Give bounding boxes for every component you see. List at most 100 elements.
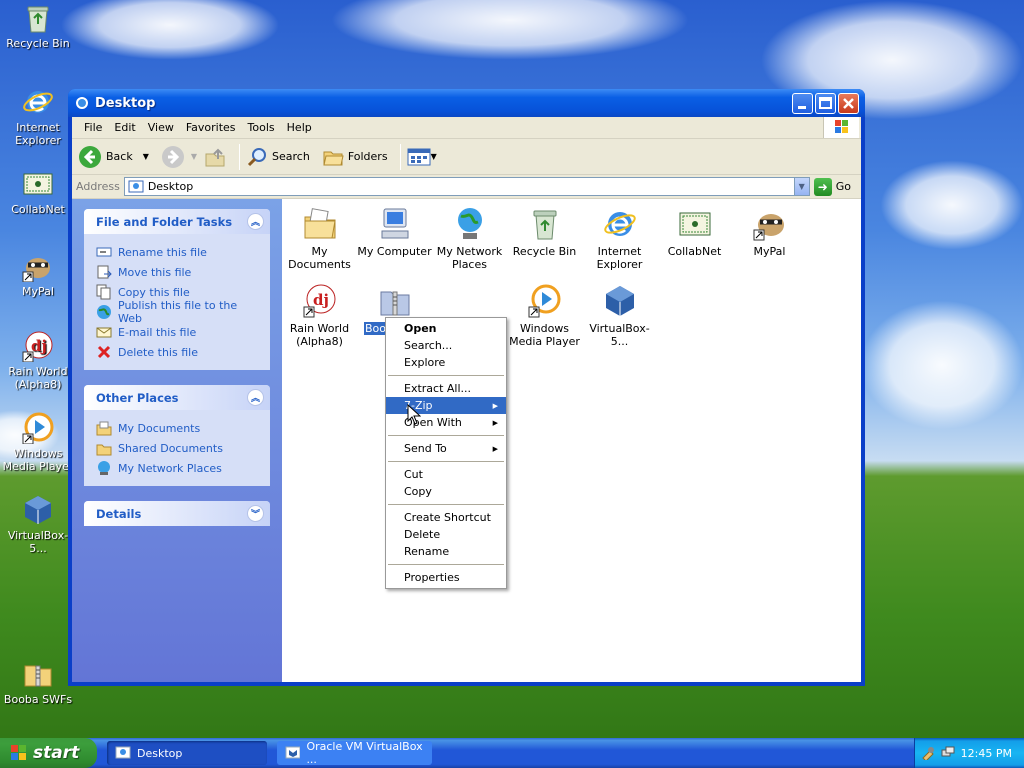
file-label: Internet Explorer — [596, 245, 643, 271]
place-shared-documents[interactable]: Shared Documents — [96, 438, 258, 458]
taskbar-item-desktop[interactable]: Desktop — [107, 741, 267, 765]
tray-tool-icon[interactable] — [921, 746, 935, 760]
file-virtualbox[interactable]: VirtualBox-5... — [582, 284, 657, 348]
folder-up-icon — [205, 148, 225, 166]
address-dropdown-icon[interactable]: ▼ — [793, 178, 809, 195]
file-mypal[interactable]: MyPal — [732, 207, 807, 258]
menu-file[interactable]: File — [78, 121, 108, 134]
menu-item-7zip[interactable]: 7-Zip ▶ — [386, 397, 506, 414]
desktop-icon-booba-swfs[interactable]: Booba SWFs — [0, 658, 76, 706]
task-delete[interactable]: Delete this file — [96, 342, 258, 362]
file-list-view[interactable]: My Documents My Computer My Network Plac… — [282, 199, 861, 682]
menu-item-cut[interactable]: Cut — [386, 466, 506, 483]
start-button[interactable]: start — [0, 738, 97, 768]
menu-item-search[interactable]: Search... — [386, 337, 506, 354]
collapse-chevron-icon[interactable]: ︽ — [247, 389, 264, 406]
file-rain-world[interactable]: dj Rain World (Alpha8) — [282, 284, 357, 348]
up-button[interactable] — [203, 145, 227, 169]
title-bar[interactable]: Desktop — [68, 89, 865, 117]
expand-chevron-icon[interactable]: ︾ — [247, 505, 264, 522]
place-label: My Documents — [118, 421, 201, 435]
search-button[interactable]: Search — [246, 146, 310, 168]
menu-item-create-shortcut[interactable]: Create Shortcut — [386, 509, 506, 526]
menu-separator — [388, 504, 504, 505]
windows-media-player-icon — [528, 284, 562, 318]
forward-button[interactable]: ▼ — [161, 145, 197, 169]
panel-header[interactable]: File and Folder Tasks ︽ — [84, 209, 270, 234]
menu-item-extract-all[interactable]: Extract All... — [386, 380, 506, 397]
minimize-button[interactable] — [792, 92, 813, 114]
menu-favorites[interactable]: Favorites — [180, 121, 242, 134]
taskbar-item-label: Desktop — [137, 746, 183, 760]
task-move[interactable]: Move this file — [96, 262, 258, 282]
desktop-icon-mypal[interactable]: MyPal — [0, 250, 76, 298]
back-button[interactable]: Back ▼ — [78, 145, 149, 169]
menu-separator — [388, 461, 504, 462]
menu-item-properties[interactable]: Properties — [386, 569, 506, 586]
toolbar-separator — [399, 143, 401, 170]
desktop-icon-rain-world[interactable]: dj Rain World (Alpha8) — [0, 330, 76, 391]
address-input[interactable]: Desktop ▼ — [123, 177, 810, 196]
panel-header[interactable]: Other Places ︽ — [84, 385, 270, 410]
desktop-icon-windows-media-player[interactable]: Windows Media Player — [0, 412, 76, 473]
place-my-network-places[interactable]: My Network Places — [96, 458, 258, 478]
menu-item-send-to[interactable]: Send To ▶ — [386, 440, 506, 457]
mypal-icon — [22, 250, 54, 283]
menu-item-delete[interactable]: Delete — [386, 526, 506, 543]
file-internet-explorer[interactable]: Internet Explorer — [582, 207, 657, 271]
desktop-icon-label: MyPal — [22, 285, 54, 298]
menu-item-copy[interactable]: Copy — [386, 483, 506, 500]
maximize-button[interactable] — [815, 92, 836, 114]
cloud — [330, 0, 690, 60]
file-windows-media-player[interactable]: Windows Media Player — [507, 284, 582, 348]
submenu-arrow-icon: ▶ — [492, 418, 498, 427]
desktop-icon-virtualbox[interactable]: VirtualBox-5... — [0, 494, 76, 555]
desktop-icon-recycle-bin[interactable]: Recycle Bin — [0, 2, 76, 50]
task-publish[interactable]: Publish this file to the Web — [96, 299, 258, 325]
mouse-cursor-icon — [407, 404, 421, 425]
file-my-documents[interactable]: My Documents — [282, 207, 357, 271]
file-collabnet[interactable]: CollabNet — [657, 207, 732, 258]
menu-item-explore[interactable]: Explore — [386, 354, 506, 371]
task-email[interactable]: E-mail this file — [96, 322, 258, 342]
maximize-icon — [819, 96, 832, 109]
menu-edit[interactable]: Edit — [108, 121, 141, 134]
zip-folder-icon — [378, 284, 412, 318]
task-rename[interactable]: Rename this file — [96, 242, 258, 262]
file-label: Windows Media Player — [509, 322, 580, 348]
views-dropdown-icon: ▼ — [430, 152, 437, 161]
close-button[interactable] — [838, 92, 859, 114]
toolbar-separator — [239, 143, 241, 170]
desktop-icon-internet-explorer[interactable]: Internet Explorer — [0, 86, 76, 147]
taskbar-item-virtualbox[interactable]: Oracle VM VirtualBox ... — [277, 740, 432, 766]
globe-icon — [97, 305, 111, 319]
views-button[interactable]: ▼ — [407, 147, 437, 167]
file-recycle-bin[interactable]: Recycle Bin — [507, 207, 582, 258]
file-label: My Computer — [357, 245, 432, 258]
back-label: Back — [106, 150, 133, 163]
close-icon — [843, 97, 854, 109]
folder-ie-icon — [76, 97, 88, 109]
go-button[interactable]: ➜ Go — [813, 177, 851, 196]
menu-item-open[interactable]: Open — [386, 320, 506, 337]
folders-button[interactable]: Folders — [322, 146, 388, 168]
submenu-arrow-icon: ▶ — [492, 444, 498, 453]
tray-network-icon[interactable] — [941, 746, 955, 760]
menu-item-open-with[interactable]: Open With ▶ — [386, 414, 506, 431]
collabnet-icon — [22, 168, 54, 200]
file-my-network-places[interactable]: My Network Places — [432, 207, 507, 271]
task-label: E-mail this file — [118, 325, 197, 339]
file-my-computer[interactable]: My Computer — [357, 207, 432, 258]
place-my-documents[interactable]: My Documents — [96, 418, 258, 438]
menu-help[interactable]: Help — [281, 121, 318, 134]
desktop-icon-collabnet[interactable]: CollabNet — [0, 168, 76, 216]
task-label: Move this file — [118, 265, 192, 279]
panel-header[interactable]: Details ︾ — [84, 501, 270, 526]
clock[interactable]: 12:45 PM — [961, 747, 1012, 760]
folders-label: Folders — [347, 150, 388, 163]
back-dropdown-icon[interactable]: ▼ — [143, 152, 149, 161]
menu-view[interactable]: View — [142, 121, 180, 134]
menu-tools[interactable]: Tools — [242, 121, 281, 134]
menu-item-rename[interactable]: Rename — [386, 543, 506, 560]
collapse-chevron-icon[interactable]: ︽ — [247, 213, 264, 230]
